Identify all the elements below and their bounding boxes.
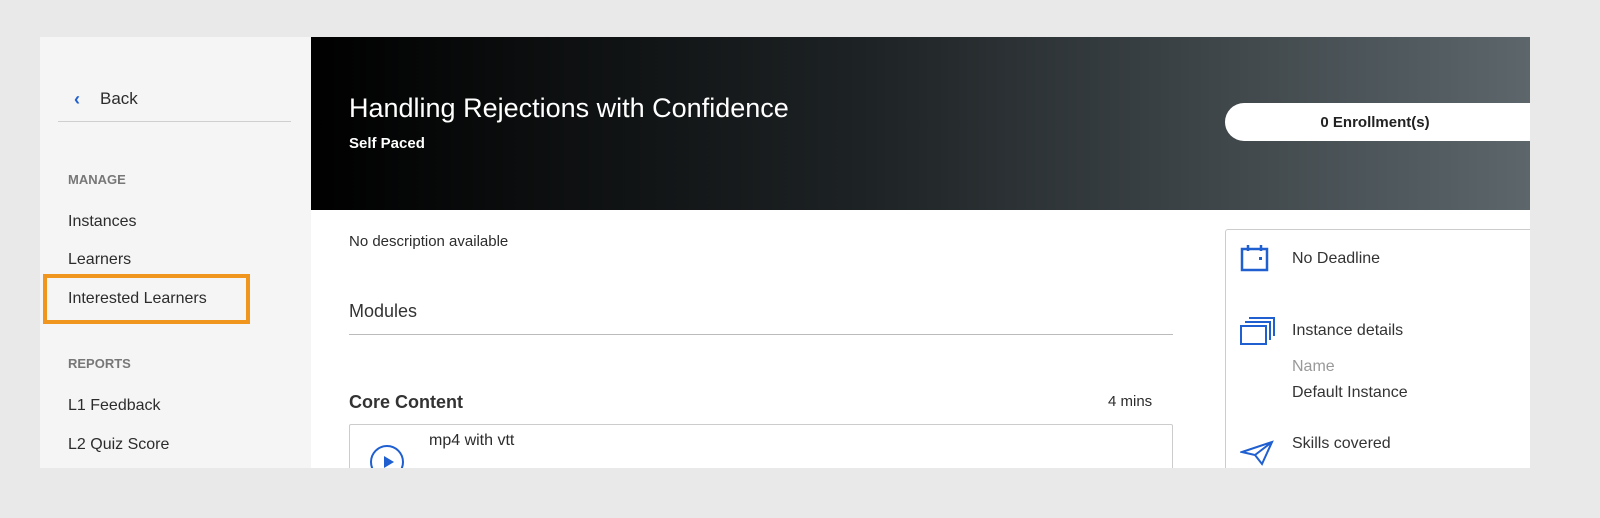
course-type: Self Paced <box>349 135 425 152</box>
sidebar-item-l1-feedback[interactable]: L1 Feedback <box>68 397 161 415</box>
sidebar-item-interested-learners[interactable]: Interested Learners <box>68 290 207 308</box>
modules-heading: Modules <box>349 301 418 321</box>
details-panel: No Deadline Instance details Name Defaul… <box>1225 229 1530 468</box>
sidebar-item-l2-quiz-score[interactable]: L2 Quiz Score <box>68 436 169 454</box>
module-name[interactable]: mp4 with vtt <box>429 432 514 450</box>
paper-plane-icon <box>1240 440 1274 466</box>
sidebar-item-instances[interactable]: Instances <box>68 213 136 231</box>
skills-heading: Skills covered <box>1292 435 1391 452</box>
calendar-icon <box>1240 245 1269 272</box>
description: No description available <box>349 233 509 250</box>
page-frame: ‹ Back MANAGE Instances Learners Interest… <box>40 37 1530 468</box>
page-title: Handling Rejections with Confidence <box>349 93 789 123</box>
divider <box>349 334 1173 335</box>
section-duration: 4 mins <box>1108 393 1153 410</box>
name-label: Name <box>1292 358 1335 375</box>
module-card[interactable]: mp4 with vtt <box>349 424 1173 468</box>
back-label: Back <box>100 89 138 108</box>
section-title: Core Content <box>349 392 463 412</box>
play-icon[interactable] <box>370 445 404 468</box>
instances-icon <box>1240 317 1275 345</box>
course-header: Handling Rejections with Confidence Self… <box>311 37 1530 210</box>
chevron-left-icon: ‹ <box>74 89 80 109</box>
back-button[interactable]: ‹ Back <box>58 89 291 122</box>
sidebar-item-learners[interactable]: Learners <box>68 251 131 269</box>
manage-heading: MANAGE <box>68 172 126 187</box>
sidebar: ‹ Back MANAGE Instances Learners Interest… <box>40 37 311 468</box>
deadline-text: No Deadline <box>1292 250 1381 267</box>
instance-details-heading: Instance details <box>1292 322 1404 339</box>
instance-name: Default Instance <box>1292 384 1408 401</box>
reports-heading: REPORTS <box>68 356 131 371</box>
enrollments-button[interactable]: 0 Enrollment(s) <box>1225 103 1530 141</box>
